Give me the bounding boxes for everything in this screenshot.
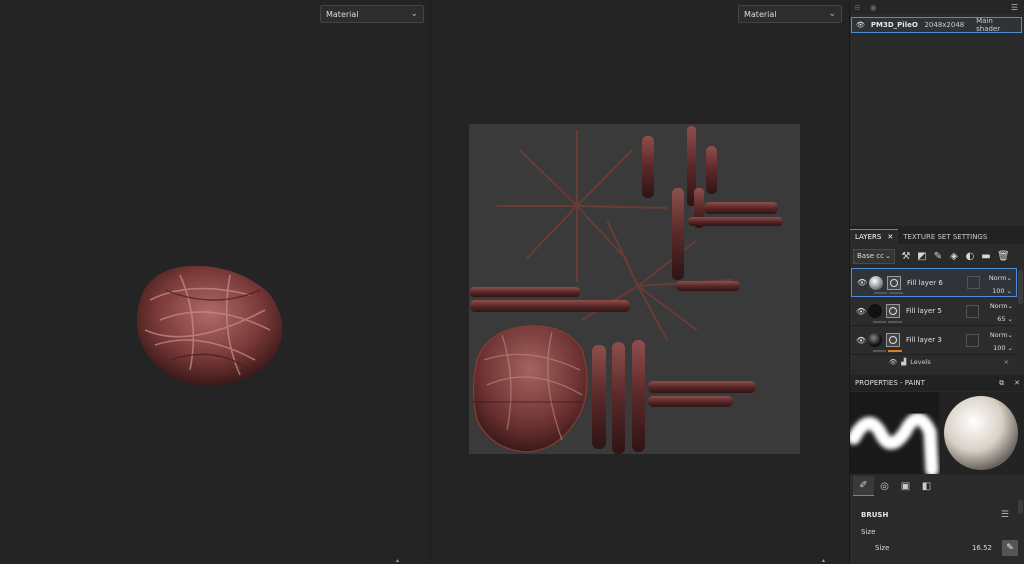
brush-preview [847, 392, 1024, 477]
layer-stack: 👁 Fill layer 6 Norm⌄ 100 ⌄ 👁 Fill layer … [851, 268, 1017, 369]
layer-content-bar [873, 350, 886, 352]
layer-checkbox[interactable] [966, 333, 979, 347]
folder-icon[interactable]: ▬ [981, 251, 991, 262]
layer-mask-thumbnail[interactable] [887, 275, 901, 290]
fill-bucket-icon[interactable]: ◈ [949, 251, 959, 262]
layer-effect-row[interactable]: 👁 ▟ Levels × [851, 355, 1017, 369]
pen-pressure-icon[interactable]: ✎ [1002, 540, 1018, 556]
layer-row[interactable]: 👁 Fill layer 3 Norm⌄ 100 ⌄ [851, 326, 1017, 355]
layer-row[interactable]: 👁 Fill layer 5 Norm⌄ 65 ⌄ [851, 297, 1017, 326]
texture-set-row[interactable]: 👁 PM3D_PileOf... 2048x2048 Main shader [851, 17, 1022, 33]
layer-name[interactable]: Fill layer 5 [906, 307, 966, 315]
layer-thumbnail [868, 333, 882, 347]
layer-content-bar [873, 321, 886, 323]
layer-mask-bar [888, 321, 902, 323]
size-parameter-row[interactable]: Size 16.52 ✎ [850, 540, 1020, 556]
texture-set-toolbar: ⊝ ◉ ☰ [850, 0, 1024, 14]
properties-tabs: ✐ ◎ ▣ ◧ [853, 476, 937, 496]
texture-set-shader: Main shader [976, 17, 1001, 33]
visibility-eye-icon[interactable]: 👁 [857, 278, 869, 287]
blend-mode: Norm [989, 331, 1008, 339]
brush-section: BRUSH ☰ Size Size 16.52 ✎ [850, 506, 1020, 556]
tab-layers[interactable]: LAYERS ✕ [850, 229, 899, 244]
stencil-tab-icon[interactable]: ▣ [895, 476, 916, 496]
layer-name[interactable]: Fill layer 6 [907, 279, 967, 287]
material-tab-icon[interactable]: ◧ [916, 476, 937, 496]
close-icon[interactable]: ✕ [1014, 379, 1020, 388]
layer-row[interactable]: 👁 Fill layer 6 Norm⌄ 100 ⌄ [851, 268, 1017, 297]
layer-checkbox[interactable] [966, 304, 979, 318]
paint-brush-icon[interactable]: ✎ [933, 251, 943, 262]
visibility-eye-icon[interactable]: 👁 [856, 21, 865, 29]
alpha-tab-icon[interactable]: ◎ [874, 476, 895, 496]
layers-toolbar: Base cc ⌄ ⚒ ◩ ✎ ◈ ◐ ▬ 🗑 [850, 245, 1024, 267]
visibility-eye-icon[interactable]: 👁 [889, 358, 897, 366]
axis-gizmo-icon: ▴ [396, 557, 400, 564]
size-value[interactable]: 16.52 [972, 544, 992, 552]
layer-mask-thumbnail[interactable] [886, 333, 900, 347]
texture-set-name: PM3D_PileOf... [870, 21, 919, 29]
layer-mask-thumbnail[interactable] [886, 304, 900, 318]
properties-title: PROPERTIES - PAINT [855, 379, 925, 387]
axis-gizmo-icon: ▴ [822, 557, 826, 564]
layer-content-bar [874, 292, 887, 294]
settings-menu-icon[interactable]: ☰ [1011, 3, 1018, 12]
layer-mask-bar [888, 350, 902, 352]
texture-set-resolution: 2048x2048 [924, 21, 965, 29]
uv-map-canvas[interactable] [432, 0, 848, 564]
brush-menu-icon[interactable]: ☰ [1001, 510, 1009, 520]
opacity-value: 65 [997, 315, 1006, 323]
layer-checkbox[interactable] [967, 276, 980, 289]
layer-mask-bar [889, 292, 903, 294]
right-panel: ⊝ ◉ ☰ 👁 PM3D_PileOf... 2048x2048 Main sh… [847, 0, 1024, 564]
eye-icon[interactable]: ◉ [870, 3, 877, 12]
size-param-label: Size [875, 544, 890, 552]
layer-blend-opacity[interactable]: Norm⌄ 65 ⌄ [990, 300, 1013, 326]
visibility-eye-icon[interactable]: 👁 [856, 307, 868, 316]
tab-texture-set-settings-label: TEXTURE SET SETTINGS [903, 233, 988, 241]
channel-select[interactable]: Base cc ⌄ [853, 248, 895, 264]
visibility-eye-icon[interactable]: 👁 [856, 336, 868, 345]
remove-effect-icon[interactable]: × [1004, 358, 1009, 366]
brush-section-title: BRUSH [861, 511, 889, 519]
channel-select-value: Base cc [857, 251, 884, 260]
layers-scrollbar[interactable] [1018, 270, 1023, 304]
link-icon[interactable]: ⊝ [854, 3, 861, 12]
blend-mode: Norm [988, 274, 1007, 282]
layer-name[interactable]: Fill layer 3 [906, 336, 966, 344]
panel-tabs: LAYERS ✕ TEXTURE SET SETTINGS [850, 226, 1024, 244]
layer-thumbnail [868, 304, 882, 318]
mask-icon[interactable]: ◐ [965, 251, 975, 262]
tab-layers-label: LAYERS [855, 233, 882, 241]
brush-header: BRUSH ☰ [850, 506, 1020, 524]
model-3d-preview[interactable] [0, 0, 431, 564]
effect-name: Levels [910, 358, 931, 366]
levels-icon: ▟ [901, 358, 907, 366]
chevron-down-icon: ⌄ [885, 251, 891, 260]
size-group-label: Size [861, 528, 876, 536]
layer-blend-opacity[interactable]: Norm⌄ 100 ⌄ [990, 329, 1013, 355]
viewport-2d[interactable]: Material ⌄ ▴ [432, 0, 848, 564]
opacity-value: 100 [992, 287, 1005, 295]
close-icon[interactable]: ✕ [887, 233, 893, 241]
trash-icon[interactable]: 🗑 [997, 251, 1010, 262]
blend-mode: Norm [989, 302, 1008, 310]
layer-blend-opacity[interactable]: Norm⌄ 100 ⌄ [989, 272, 1012, 298]
smart-material-icon[interactable]: ◩ [917, 251, 927, 262]
viewport-3d[interactable]: Material ⌄ ▴ [0, 0, 431, 564]
opacity-value: 100 [993, 344, 1006, 352]
properties-scrollbar[interactable] [1018, 500, 1023, 514]
layer-thumbnail [869, 275, 883, 290]
effects-wand-icon[interactable]: ⚒ [901, 251, 911, 262]
brush-stroke-preview [847, 392, 1024, 477]
undock-icon[interactable]: ⧉ [999, 379, 1004, 388]
brush-tab-icon[interactable]: ✐ [853, 476, 874, 496]
properties-header: PROPERTIES - PAINT ⧉ ✕ [850, 375, 1024, 391]
tab-texture-set-settings[interactable]: TEXTURE SET SETTINGS [898, 230, 992, 244]
